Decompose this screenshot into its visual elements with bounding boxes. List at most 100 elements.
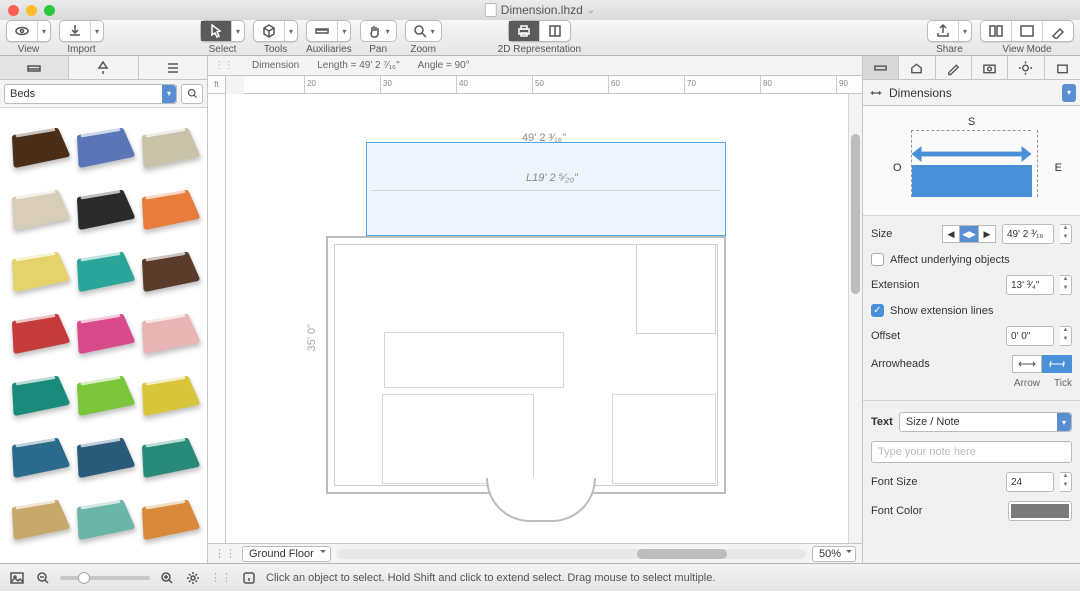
diagram-s-label: S [968,116,975,128]
library-item[interactable] [6,362,71,424]
library-item[interactable] [71,238,136,300]
text-section-label: Text [871,416,893,428]
arrowheads-picker[interactable] [1012,355,1072,373]
pan-tool[interactable]: ▾ [360,20,397,42]
search-icon [186,87,199,100]
scrollbar-v-thumb[interactable] [851,134,860,294]
diagram-o-label: O [893,162,902,174]
font-size-stepper[interactable]: ▲▼ [1060,472,1072,492]
photo-icon[interactable] [8,569,26,587]
library-item[interactable] [6,114,71,176]
ruler-icon [314,23,330,39]
library-item[interactable] [71,300,136,362]
library-item[interactable] [6,300,71,362]
font-color-swatch[interactable] [1008,501,1072,521]
inspector-title: Dimensions [889,86,952,100]
ruler-vertical [208,94,226,543]
title-chevron-icon[interactable]: ⌄ [587,5,595,16]
drawing-canvas[interactable]: 49' 2 ³⁄₁₆" L19' 2 ⁵⁄₂₀" 35' 0" [226,94,848,543]
zoom-out-icon[interactable] [34,569,52,587]
import-button[interactable]: ▾ [59,20,104,42]
list-icon [165,60,181,76]
library-item[interactable] [71,176,136,238]
note-input[interactable]: Type your note here [871,441,1072,463]
library-search-button[interactable] [181,84,203,104]
library-item[interactable] [136,424,201,486]
extension-input[interactable]: 13' ³⁄₄" [1006,275,1054,295]
extension-stepper[interactable]: ▲▼ [1060,275,1072,295]
dimension-value-mid: L19' 2 ⁵⁄₂₀" [526,172,578,184]
info-icon[interactable] [240,569,258,587]
auxiliaries-button[interactable]: ▾ [306,20,351,42]
tick-caption: Tick [1054,378,1072,389]
zoom-tool[interactable]: ▾ [405,20,442,42]
room-block-a [384,332,564,388]
font-size-input[interactable]: 24 [1006,472,1054,492]
library-item[interactable] [6,486,71,548]
thumbnail-zoom-slider[interactable] [60,576,150,580]
canvas-infobar: ⋮⋮ Dimension Length = 49' 2 ⁷⁄₁₆" Angle … [208,56,862,76]
tools-button[interactable]: ▾ [253,20,298,42]
library-item[interactable] [71,424,136,486]
info-object: Dimension [252,60,299,71]
panel-icon [1019,23,1035,39]
size-stepper[interactable]: ▲▼ [1060,224,1072,244]
minimize-window-button[interactable] [26,5,37,16]
library-category-value: Beds [10,88,35,100]
canvas-area: ⋮⋮ Dimension Length = 49' 2 ⁷⁄₁₆" Angle … [208,56,862,563]
share-button[interactable]: ▾ [927,20,972,42]
zoom-in-icon[interactable] [158,569,176,587]
library-item[interactable] [136,486,201,548]
library-item[interactable] [6,424,71,486]
inspector-tab-3[interactable] [936,56,972,79]
affect-checkbox[interactable] [871,253,884,266]
library-item[interactable] [136,238,201,300]
gear-icon[interactable] [184,569,202,587]
library-item[interactable] [71,486,136,548]
inspector-tab-5[interactable] [1008,56,1044,79]
close-window-button[interactable] [8,5,19,16]
text-mode-select[interactable]: Size / Note ▾ [899,412,1072,432]
dimension-selection[interactable] [366,142,726,236]
library-item[interactable] [136,176,201,238]
scrollbar-vertical[interactable] [848,94,862,543]
library-item[interactable] [6,238,71,300]
view-label: View [18,44,40,55]
2d-representation[interactable] [508,20,571,42]
library-tab-objects[interactable] [0,56,69,79]
slider-knob[interactable] [78,572,90,584]
view-button[interactable]: ▾ [6,20,51,42]
size-input[interactable]: 49' 2 ³⁄₁₆ [1002,224,1054,244]
view-mode[interactable] [980,20,1074,42]
chevron-down-icon[interactable]: ▾ [1062,84,1076,102]
window-controls [8,5,55,16]
scrollbar-horizontal[interactable] [337,549,806,559]
inspector-header[interactable]: Dimensions ▾ [863,80,1080,106]
library-item[interactable] [136,300,201,362]
offset-input[interactable]: 0' 0" [1006,326,1054,346]
library-item[interactable] [136,114,201,176]
floor-select[interactable]: Ground Floor [242,546,331,562]
zoom-window-button[interactable] [44,5,55,16]
inspector-tab-geometry[interactable] [863,56,899,79]
show-extension-checkbox[interactable]: ✓ [871,304,884,317]
library-tab-list[interactable] [139,56,207,79]
library-tab-trees[interactable] [69,56,138,79]
canvas-zoom-select[interactable]: 50% [812,546,856,562]
inspector-tab-2[interactable] [899,56,935,79]
library-item[interactable] [71,114,136,176]
split-icon [988,23,1004,39]
show-extension-label: Show extension lines [890,305,993,317]
pan-label: Pan [369,44,387,55]
library-category-select[interactable]: Beds ▾ [4,84,177,104]
offset-stepper[interactable]: ▲▼ [1060,326,1072,346]
size-align-segment[interactable]: ◀◀▶▶ [942,225,996,243]
select-tool[interactable]: ▾ [200,20,245,42]
inspector-tab-6[interactable] [1045,56,1080,79]
library-item[interactable] [6,176,71,238]
library-item[interactable] [136,362,201,424]
inspector-tab-4[interactable] [972,56,1008,79]
library-item[interactable] [71,362,136,424]
scrollbar-h-thumb[interactable] [637,549,727,559]
diagram-e-label: E [1055,162,1062,174]
